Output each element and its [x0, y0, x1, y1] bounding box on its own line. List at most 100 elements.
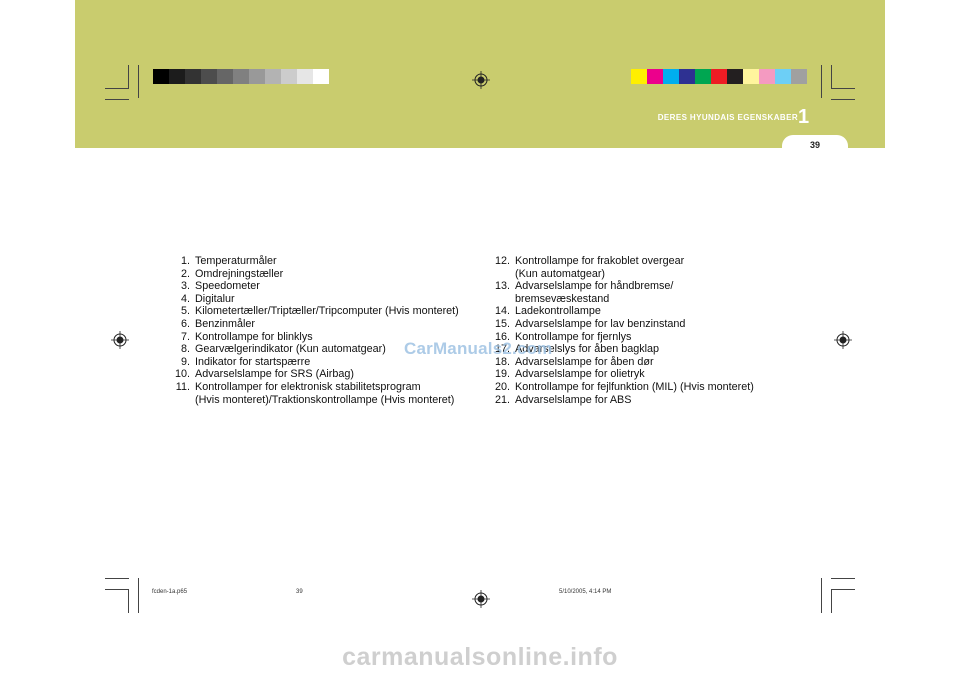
page-number: 39	[809, 140, 820, 150]
list-item-number: 1.	[180, 255, 190, 267]
list-item-line: (Kun automatgear)	[515, 267, 606, 280]
list-item-number: 8.	[180, 343, 190, 356]
list-item: 15. Advarselslampe for lav benzinstand	[485, 318, 785, 331]
color-swatch	[265, 69, 281, 84]
list-item-line: Kilometertæller/Triptæller/Tripcomputer …	[195, 305, 459, 318]
list-item-text: Speedometer	[195, 280, 475, 293]
list-item-text: Advarselslampe for ABS	[515, 394, 785, 407]
site-watermark: CarManuals2.com	[404, 339, 553, 358]
list-item-line: Digitalur	[195, 292, 235, 305]
list-item-number: 14.	[494, 305, 510, 318]
color-swatch	[663, 69, 679, 84]
color-swatch	[281, 69, 297, 84]
list-item-number: 6.	[180, 317, 190, 330]
bottom-watermark: carmanualsonline.info	[342, 643, 618, 671]
list-item-line: Advarselslampe for olietryk	[515, 368, 645, 381]
color-swatch	[743, 69, 759, 84]
list-item-text: Kontrollamper for elektronisk stabilitet…	[195, 381, 475, 406]
color-swatch	[153, 69, 169, 84]
list-item-text: Advarselslampe for åben dør	[515, 356, 785, 369]
list-item: 11. Kontrollamper for elektronisk stabili…	[165, 381, 475, 406]
page-number-tab: 39	[782, 135, 848, 157]
list-item-number: 13.	[494, 280, 510, 293]
list-item-text: Kontrollampe for fjernlys	[515, 331, 785, 344]
crop-mark	[831, 578, 855, 579]
list-item-line: Speedometer	[195, 280, 260, 293]
color-swatch	[185, 69, 201, 84]
color-swatch	[679, 69, 695, 84]
color-swatch	[791, 69, 807, 84]
registration-target-icon	[472, 590, 490, 608]
list-item: 12. Kontrollampe for frakoblet overgear (K…	[485, 255, 785, 280]
list-item-line: Advarselslampe for åben dør	[515, 355, 654, 368]
list-item-text: Kontrollampe for fejlfunktion (MIL) (Hvi…	[515, 381, 785, 394]
crop-mark	[821, 578, 822, 613]
color-swatch	[169, 69, 185, 84]
list-item: 10. Advarselslampe for SRS (Airbag)	[165, 368, 475, 381]
color-swatch	[313, 69, 329, 84]
crop-mark	[831, 589, 855, 590]
list-item-line: Ladekontrollampe	[515, 305, 601, 318]
list-item-number: 20.	[494, 380, 510, 393]
list-item-text: Advarselslampe for håndbremse/bremsevæsk…	[515, 280, 785, 305]
list-item: 1. Temperaturmåler	[165, 255, 475, 268]
color-swatch	[711, 69, 727, 84]
list-item-number: 15.	[494, 317, 510, 330]
list-item-line: Kontrollampe for fejlfunktion (MIL) (Hvi…	[515, 380, 754, 393]
list-item: 4. Digitalur	[165, 293, 475, 306]
list-item-number: 11.	[175, 380, 190, 393]
list-item-line: Advarselslampe for lav benzinstand	[515, 317, 686, 330]
color-swatch	[647, 69, 663, 84]
list-item: 14. Ladekontrollampe	[485, 305, 785, 318]
list-item-line: Temperaturmåler	[195, 255, 277, 267]
list-item-text: Kontrollampe for frakoblet overgear (Kun …	[515, 255, 785, 280]
list-item-number: 5.	[180, 305, 190, 318]
list-item-line: Benzinmåler	[195, 317, 256, 330]
list-item-line: Advarselslampe for ABS	[515, 393, 632, 406]
list-item-number: 9.	[180, 355, 190, 368]
list-item-line: (Hvis monteret)/Traktionskontrollampe (H…	[195, 393, 455, 406]
list-item-text: Advarselslampe for olietryk	[515, 368, 785, 381]
color-swatch	[233, 69, 249, 84]
color-swatch	[775, 69, 791, 84]
list-item: 6. Benzinmåler	[165, 318, 475, 331]
crop-mark	[831, 589, 832, 613]
list-item-text: Kilometertæller/Triptæller/Tripcomputer …	[195, 305, 475, 318]
instrument-list-right: 12. Kontrollampe for frakoblet overgear (K…	[485, 255, 785, 406]
crop-mark	[105, 99, 129, 100]
list-item: 3. Speedometer	[165, 280, 475, 293]
registration-target-icon	[834, 331, 852, 349]
list-item-line: Kontrollampe for frakoblet overgear	[515, 255, 685, 267]
color-swatch	[631, 69, 647, 84]
list-item-number: 10.	[174, 368, 190, 381]
crop-mark	[138, 578, 139, 613]
color-swatch	[217, 69, 233, 84]
list-item-text: Ladekontrollampe	[515, 305, 785, 318]
process-color-bar	[631, 69, 807, 84]
color-swatch	[201, 69, 217, 84]
list-item-text: Advarselslampe for lav benzinstand	[515, 318, 785, 331]
registration-target-icon	[472, 71, 490, 89]
list-item-text: Benzinmåler	[195, 318, 475, 331]
list-item-text: Advarselslys for åben bagklap	[515, 343, 785, 356]
list-item-line: bremsevæskestand	[515, 292, 610, 305]
list-item-number: 2.	[180, 267, 190, 280]
list-item: 19. Advarselslampe for olietryk	[485, 368, 785, 381]
registration-target-icon	[111, 331, 129, 349]
footer-filename: fcden-1a.p65	[152, 589, 188, 595]
list-item: 13. Advarselslampe for håndbremse/bremsev…	[485, 280, 785, 305]
crop-mark	[105, 589, 129, 590]
crop-mark	[831, 88, 855, 89]
crop-mark	[821, 65, 822, 98]
color-swatch	[249, 69, 265, 84]
crop-mark	[831, 65, 832, 89]
crop-mark	[128, 65, 129, 89]
list-item-line: Omdrejningstæller	[195, 267, 284, 280]
list-item: 20. Kontrollampe for fejlfunktion (MIL) (…	[485, 381, 785, 394]
list-item: 2. Omdrejningstæller	[165, 268, 475, 281]
list-item: 21. Advarselslampe for ABS	[485, 394, 785, 407]
color-swatch	[695, 69, 711, 84]
list-item: 5. Kilometertæller/Triptæller/Tripcompute…	[165, 305, 475, 318]
list-item-line: Kontrollamper for elektronisk stabilitet…	[195, 380, 421, 393]
list-item-number: 12.	[494, 255, 510, 267]
